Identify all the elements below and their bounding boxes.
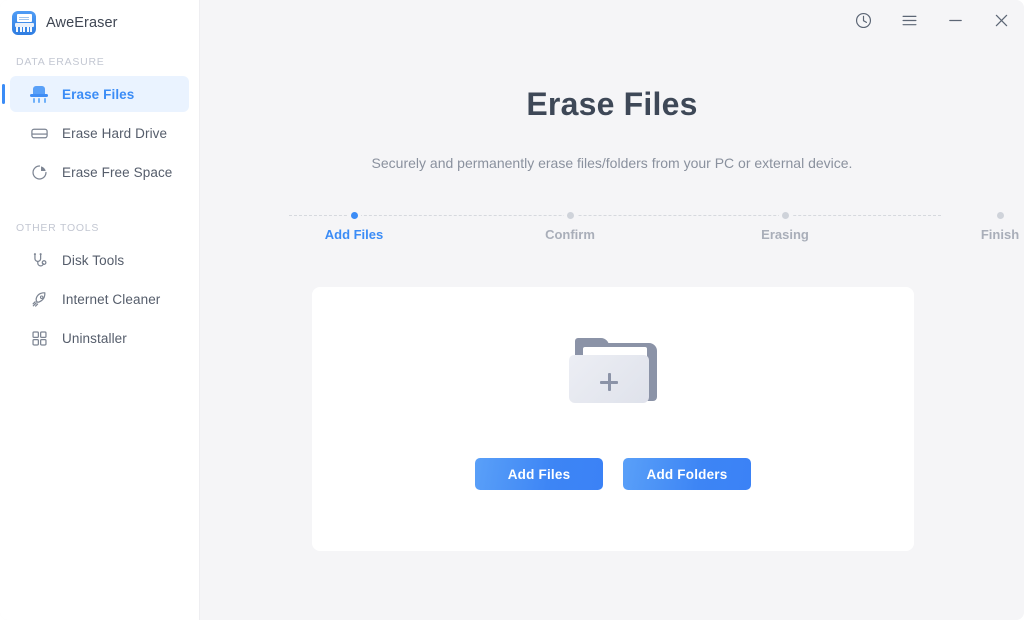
shredder-icon [28,83,50,105]
step-dot [996,212,1004,219]
main-content: Erase Files Securely and permanently era… [200,0,1024,620]
add-folder-icon [569,337,657,403]
sidebar-item-label: Erase Files [62,86,135,102]
history-button[interactable] [840,0,886,46]
sidebar-item-internet-cleaner[interactable]: Internet Cleaner [10,281,189,317]
app-brand: AweEraser [0,0,199,46]
sidebar-item-label: Internet Cleaner [62,291,161,307]
step-label: Erasing [761,227,809,242]
step-erasing[interactable]: Erasing [725,206,845,242]
section-label-other-tools: OTHER TOOLS [16,222,100,234]
step-finish[interactable]: Finish [940,206,1024,242]
hamburger-menu-icon [900,11,919,35]
sidebar-item-erase-free-space[interactable]: Erase Free Space [10,154,189,190]
sidebar-section-other-tools: OTHER TOOLS Disk Tools Internet Cleaner … [0,222,199,356]
stethoscope-icon [28,249,50,271]
page-title: Erase Files [526,86,698,122]
minimize-icon [946,11,965,35]
nav-list-other-tools: Disk Tools Internet Cleaner Uninstaller [0,242,199,356]
sidebar-item-erase-files[interactable]: Erase Files [2,76,189,112]
sidebar-item-disk-tools[interactable]: Disk Tools [10,242,189,278]
close-icon [992,11,1011,35]
step-label: Add Files [324,227,384,242]
step-progress: Add Files Confirm Erasing Finish [265,206,1019,251]
clock-history-icon [854,11,873,35]
step-confirm[interactable]: Confirm [510,206,630,242]
add-folder-icon-wrap [312,337,914,403]
sidebar-item-label: Erase Hard Drive [62,125,168,141]
app-title: AweEraser [46,15,118,31]
sidebar-section-data-erasure: DATA ERASURE Erase Files Erase Hard Driv… [0,56,199,190]
sidebar-item-uninstaller[interactable]: Uninstaller [10,320,189,356]
menu-button[interactable] [886,0,932,46]
pie-chart-icon [28,161,50,183]
grid-squares-icon [28,327,50,349]
close-button[interactable] [978,0,1024,46]
add-folders-button[interactable]: Add Folders [623,458,751,490]
dropzone-card[interactable]: Add Files Add Folders [312,287,914,551]
page-subtitle: Securely and permanently erase files/fol… [371,155,853,171]
add-files-button[interactable]: Add Files [475,458,603,490]
step-label: Finish [980,227,1020,242]
step-dot [566,212,574,219]
step-dot [350,212,358,219]
step-label: Confirm [545,227,595,242]
shredder-icon [12,11,36,35]
sidebar-item-erase-hard-drive[interactable]: Erase Hard Drive [10,115,189,151]
hard-drive-icon [28,122,50,144]
step-add-files[interactable]: Add Files [294,206,414,242]
step-dot [781,212,789,219]
rocket-icon [28,288,50,310]
dropzone-buttons: Add Files Add Folders [312,458,914,490]
sidebar-item-label: Uninstaller [62,330,127,346]
application-window: AweEraser DATA ERASURE Erase Files Erase… [0,0,1024,620]
minimize-button[interactable] [932,0,978,46]
sidebar-item-label: Erase Free Space [62,164,173,180]
sidebar-item-label: Disk Tools [62,252,125,268]
window-controls [840,0,1024,46]
sidebar: AweEraser DATA ERASURE Erase Files Erase… [0,0,200,620]
plus-icon [600,373,618,391]
section-label-data-erasure: DATA ERASURE [16,56,105,68]
nav-list-data-erasure: Erase Files Erase Hard Drive Erase Free … [0,76,199,190]
